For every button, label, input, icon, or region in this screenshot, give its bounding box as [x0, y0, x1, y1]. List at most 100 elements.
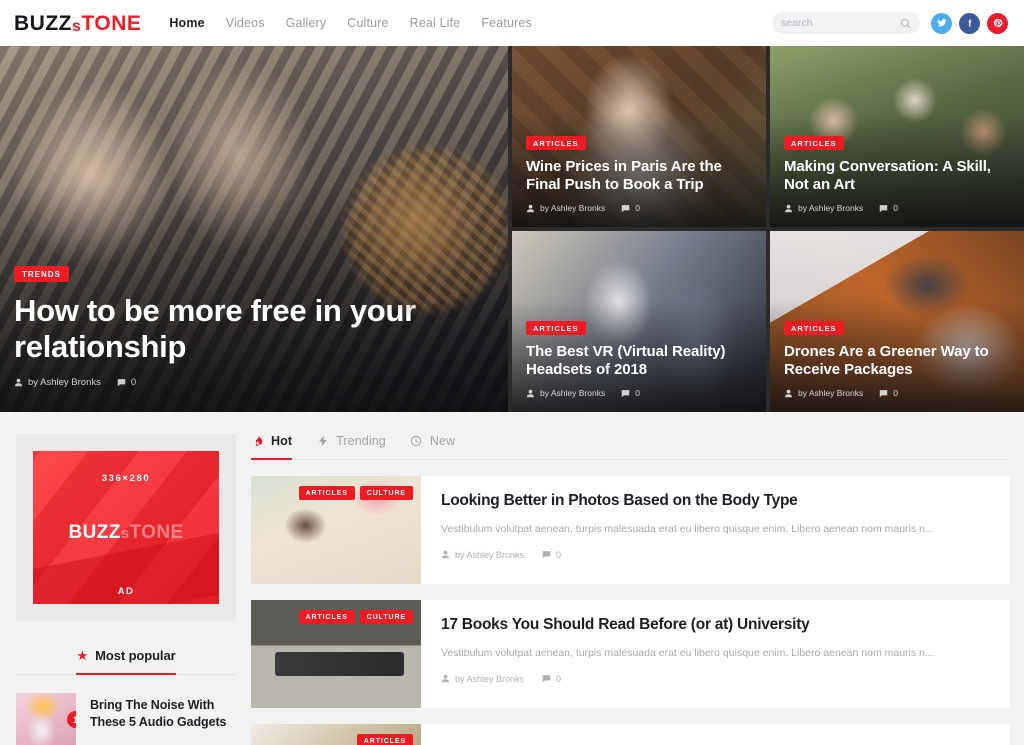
twitter-icon[interactable] — [931, 12, 952, 34]
user-icon — [785, 204, 792, 212]
sidebar: 336×280 BUZZsTONE AD ★ Most popular 1 Br… — [14, 434, 236, 745]
article-badge-articles[interactable]: ARTICLES — [356, 734, 413, 745]
tab-new-label: New — [429, 434, 456, 448]
hero-overlay — [0, 46, 508, 412]
hero-featured-text: TRENDS How to be more free in your relat… — [14, 264, 468, 388]
article-badges: ARTICLES CULTURE — [298, 610, 413, 624]
hero-tile-drones[interactable]: ARTICLES Drones Are a Greener Way to Rec… — [770, 231, 1024, 412]
article-badge-culture[interactable]: CULTURE — [359, 486, 413, 500]
tile-comments-count: 0 — [893, 203, 898, 213]
tile-author-label: by Ashley Bronks — [798, 203, 864, 213]
tile-text: ARTICLES The Best VR (Virtual Reality) H… — [526, 318, 752, 398]
tab-new[interactable]: New — [410, 434, 455, 459]
tile-meta: by Ashley Bronks 0 — [526, 203, 752, 213]
nav-item-gallery[interactable]: Gallery — [286, 16, 327, 30]
tile-meta: by Ashley Bronks 0 — [784, 203, 1010, 213]
hero-meta: by Ashley Bronks 0 — [14, 377, 468, 388]
comment-icon — [621, 389, 630, 397]
article-comments-count: 0 — [556, 673, 562, 684]
hero-tile-conversation[interactable]: ARTICLES Making Conversation: A Skill, N… — [770, 46, 1024, 227]
tile-title[interactable]: Wine Prices in Paris Are the Final Push … — [526, 158, 752, 194]
article-badge-articles[interactable]: ARTICLES — [298, 610, 355, 624]
tile-author: by Ashley Bronks — [784, 388, 863, 398]
nav-item-home[interactable]: Home — [169, 16, 204, 30]
comment-icon — [621, 204, 630, 212]
ad-logo: BUZZsTONE — [68, 522, 183, 544]
ad-size-label: 336×280 — [101, 473, 151, 484]
comment-icon — [542, 551, 551, 559]
tile-text: ARTICLES Making Conversation: A Skill, N… — [784, 133, 1010, 213]
tile-meta: by Ashley Bronks 0 — [784, 388, 1010, 398]
popular-item-title[interactable]: Bring The Noise With These 5 Audio Gadge… — [90, 693, 236, 731]
article-badge-articles[interactable]: ARTICLES — [298, 486, 355, 500]
hero-tile-vr[interactable]: ARTICLES The Best VR (Virtual Reality) H… — [512, 231, 766, 412]
most-popular-label: Most popular — [95, 648, 176, 663]
user-icon — [527, 389, 534, 397]
hero-tile-wine[interactable]: ARTICLES Wine Prices in Paris Are the Fi… — [512, 46, 766, 227]
tile-comments: 0 — [879, 203, 898, 213]
site-logo[interactable]: BUZZsTONE — [14, 11, 141, 35]
content-area: 336×280 BUZZsTONE AD ★ Most popular 1 Br… — [0, 412, 1024, 745]
logo-part-buzz: BUZZ — [14, 11, 72, 35]
article-author-label: by Ashley Bronks — [455, 673, 525, 684]
nav-item-real-life[interactable]: Real Life — [410, 16, 461, 30]
nav-item-videos[interactable]: Videos — [226, 16, 265, 30]
article-badge-culture[interactable]: CULTURE — [359, 610, 413, 624]
hero-author-label: by Ashley Bronks — [28, 377, 101, 388]
user-icon — [442, 551, 449, 559]
site-header: BUZZsTONE Home Videos Gallery Culture Re… — [0, 0, 1024, 46]
article-title[interactable]: 17 Books You Should Read Before (or at) … — [441, 615, 992, 635]
article-card[interactable]: ARTICLES — [251, 724, 1010, 745]
tile-comments: 0 — [879, 388, 898, 398]
ad-logo-tone: TONE — [129, 522, 184, 543]
hero-title[interactable]: How to be more free in your relationship — [14, 293, 468, 364]
search-box[interactable] — [772, 12, 920, 34]
header-right-group — [772, 12, 1008, 34]
tab-hot[interactable]: Hot — [251, 434, 293, 460]
article-title[interactable]: Looking Better in Photos Based on the Bo… — [441, 491, 992, 511]
user-icon — [527, 204, 534, 212]
article-comments: 0 — [542, 674, 561, 684]
popular-list-item[interactable]: 1 Bring The Noise With These 5 Audio Gad… — [16, 693, 236, 745]
tab-trending[interactable]: Trending — [316, 434, 386, 459]
nav-item-features[interactable]: Features — [481, 16, 532, 30]
tile-comments-count: 0 — [635, 388, 640, 398]
hero-tiles-grid: ARTICLES Wine Prices in Paris Are the Fi… — [512, 46, 1024, 412]
article-meta: by Ashley Bronks 0 — [441, 674, 992, 684]
article-card[interactable]: ARTICLES CULTURE Looking Better in Photo… — [251, 476, 1010, 584]
article-badges: ARTICLES — [356, 734, 413, 745]
hero-category-badge[interactable]: TRENDS — [14, 266, 69, 283]
tile-title[interactable]: The Best VR (Virtual Reality) Headsets o… — [526, 343, 752, 379]
article-thumbnail: ARTICLES CULTURE — [251, 600, 421, 708]
tile-author-label: by Ashley Bronks — [540, 388, 606, 398]
article-author-label: by Ashley Bronks — [455, 549, 525, 560]
article-card[interactable]: ARTICLES CULTURE 17 Books You Should Rea… — [251, 600, 1010, 708]
tile-title[interactable]: Drones Are a Greener Way to Receive Pack… — [784, 343, 1010, 379]
tile-category-badge[interactable]: ARTICLES — [784, 135, 844, 150]
pinterest-icon[interactable] — [987, 12, 1008, 34]
social-links — [931, 12, 1008, 34]
tile-category-badge[interactable]: ARTICLES — [526, 320, 586, 335]
nav-item-culture[interactable]: Culture — [347, 16, 388, 30]
content-tabs: Hot Trending New — [251, 434, 1010, 460]
search-input[interactable] — [781, 17, 900, 29]
article-body — [421, 724, 1010, 745]
tile-category-badge[interactable]: ARTICLES — [526, 135, 586, 150]
comment-icon — [879, 389, 888, 397]
hero-featured-card[interactable]: TRENDS How to be more free in your relat… — [0, 46, 508, 412]
star-icon: ★ — [76, 648, 89, 663]
article-comments: 0 — [542, 550, 561, 560]
article-thumbnail: ARTICLES CULTURE — [251, 476, 421, 584]
tile-comments: 0 — [621, 388, 640, 398]
tile-text: ARTICLES Wine Prices in Paris Are the Fi… — [526, 133, 752, 213]
ad-label: AD — [117, 586, 135, 597]
hero-author: by Ashley Bronks — [14, 377, 101, 388]
tile-title[interactable]: Making Conversation: A Skill, Not an Art — [784, 158, 1010, 194]
hero-comments: 0 — [117, 377, 136, 388]
tile-comments-count: 0 — [893, 388, 898, 398]
most-popular-heading: ★ Most popular — [16, 647, 236, 675]
article-thumbnail: ARTICLES — [251, 724, 421, 745]
tile-category-badge[interactable]: ARTICLES — [784, 320, 844, 335]
facebook-icon[interactable] — [959, 12, 980, 34]
ad-banner[interactable]: 336×280 BUZZsTONE AD — [33, 451, 219, 604]
